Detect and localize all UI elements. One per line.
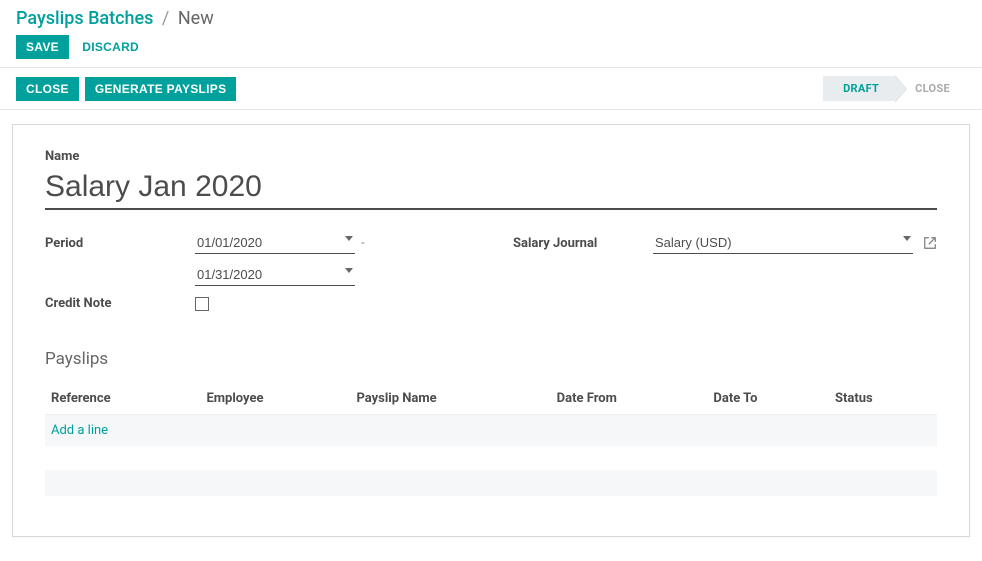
period-to-input[interactable] bbox=[195, 264, 355, 286]
col-status[interactable]: Status bbox=[829, 383, 937, 415]
credit-note-label: Credit Note bbox=[45, 296, 195, 311]
credit-note-checkbox[interactable] bbox=[195, 297, 209, 311]
col-date-from[interactable]: Date From bbox=[551, 383, 708, 415]
name-label: Name bbox=[45, 149, 937, 164]
col-employee[interactable]: Employee bbox=[200, 383, 350, 415]
form-sheet: Name Period - bbox=[12, 124, 970, 537]
chevron-down-icon[interactable] bbox=[903, 236, 911, 241]
external-link-icon[interactable] bbox=[923, 236, 937, 250]
add-line-link[interactable]: Add a line bbox=[51, 423, 108, 438]
breadcrumb-separator: / bbox=[162, 8, 169, 29]
status-draft[interactable]: DRAFT bbox=[823, 76, 895, 101]
generate-payslips-button[interactable]: GENERATE PAYSLIPS bbox=[85, 77, 237, 101]
discard-button[interactable]: DISCARD bbox=[72, 35, 149, 59]
col-reference[interactable]: Reference bbox=[45, 383, 200, 415]
col-date-to[interactable]: Date To bbox=[707, 383, 829, 415]
period-from-input[interactable] bbox=[195, 232, 355, 254]
save-button[interactable]: SAVE bbox=[16, 35, 69, 59]
close-button[interactable]: CLOSE bbox=[16, 77, 79, 101]
period-range-dash: - bbox=[361, 236, 365, 251]
period-label: Period bbox=[45, 236, 195, 251]
salary-journal-label: Salary Journal bbox=[513, 236, 653, 251]
name-input[interactable] bbox=[45, 168, 937, 210]
table-footer-strip bbox=[45, 470, 937, 496]
chevron-down-icon[interactable] bbox=[345, 268, 353, 273]
breadcrumb-root[interactable]: Payslips Batches bbox=[16, 8, 153, 29]
payslips-table: Reference Employee Payslip Name Date Fro… bbox=[45, 383, 937, 446]
table-row: Add a line bbox=[45, 415, 937, 447]
payslips-section-title: Payslips bbox=[45, 349, 937, 369]
breadcrumb: Payslips Batches / New bbox=[16, 8, 966, 29]
col-payslip-name[interactable]: Payslip Name bbox=[350, 383, 550, 415]
breadcrumb-current: New bbox=[178, 8, 214, 29]
salary-journal-input[interactable] bbox=[653, 232, 913, 254]
chevron-down-icon[interactable] bbox=[345, 236, 353, 241]
status-bar: DRAFT CLOSE bbox=[823, 76, 966, 101]
